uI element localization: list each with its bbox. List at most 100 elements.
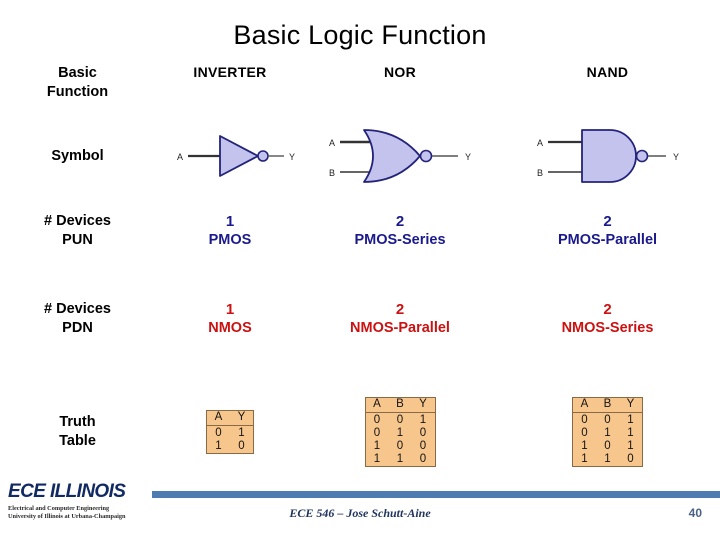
row-label-truth-table: Truth Table — [0, 392, 155, 472]
truth-cell: 1 — [238, 427, 245, 440]
inverter-output-label-y: Y — [289, 152, 295, 162]
pdn-text-nor: NMOS-Parallel — [350, 320, 450, 337]
table-row: 1 0 0 — [365, 440, 435, 453]
pun-count-nand: 2 — [603, 212, 612, 230]
inverter-input-label-a: A — [177, 152, 183, 162]
table-row: 0 0 1 — [365, 413, 435, 427]
truth-cell: 1 — [215, 439, 222, 452]
truth-cell: 0 — [396, 439, 404, 452]
truth-cell: 1 — [627, 427, 634, 440]
truth-cell: 0 — [238, 439, 245, 452]
truth-cell: 1 — [373, 439, 381, 452]
pun-count-nor: 2 — [395, 212, 405, 230]
row-label-line2: Function — [46, 83, 109, 100]
truth-label-line1: Truth — [59, 414, 96, 431]
pun-cell-nand: 2 PMOS-Parallel — [495, 202, 720, 260]
truth-cell: 1 — [627, 414, 634, 427]
truth-cell: 1 — [396, 427, 404, 440]
pun-text-nor: PMOS-Series — [354, 232, 446, 249]
truth-cell: 1 — [604, 452, 611, 465]
truth-header-b: B — [388, 397, 412, 414]
pun-cell-inverter: 1 PMOS — [155, 202, 305, 260]
footer-course-text: ECE 546 – Jose Schutt-Aine — [289, 506, 431, 520]
pun-label-line2: PUN — [62, 232, 93, 248]
nor-input-label-b: B — [329, 168, 335, 178]
pdn-count-inverter: 1 — [225, 300, 235, 318]
table-row: 1 0 1 — [573, 440, 643, 453]
pdn-cell-nor: 2 NMOS-Parallel — [305, 290, 495, 348]
nor-symbol: A B Y — [320, 124, 480, 188]
truth-table-header-row: A B Y — [572, 397, 643, 414]
nor-input-label-a: A — [329, 138, 335, 148]
truth-cell: 0 — [419, 439, 427, 452]
truth-table-header-row: A B Y — [365, 397, 435, 414]
table-pdn-row: # Devices PDN 1 NMOS 2 NMOS-Parallel 2 N… — [0, 290, 720, 348]
truth-cell: 1 — [581, 452, 588, 465]
truth-cell: 0 — [373, 427, 381, 440]
table-symbol-row: Symbol A Y A B Y A B Y — [0, 120, 720, 192]
pdn-count-nor: 2 — [395, 300, 405, 318]
table-row: 1 0 — [207, 440, 254, 453]
truth-cell: 1 — [373, 452, 381, 465]
truth-cell: 0 — [627, 452, 634, 465]
pdn-count-nand: 2 — [603, 300, 612, 318]
truth-header-a: A — [572, 397, 596, 414]
truth-table-inverter: A Y 0 1 1 0 — [206, 410, 254, 454]
truth-cell: 0 — [604, 414, 611, 427]
row-label-pdn: # Devices PDN — [0, 290, 155, 348]
truth-cell: 0 — [215, 427, 222, 440]
pdn-label-line1: # Devices — [44, 301, 111, 318]
page-title: Basic Logic Function — [233, 20, 487, 50]
truth-cell: 0 — [419, 427, 427, 440]
pdn-label-line2: PDN — [62, 320, 93, 336]
pun-label-line1: # Devices — [44, 213, 111, 230]
truth-cell: 1 — [581, 439, 588, 452]
nand-input-label-a: A — [536, 138, 542, 148]
column-header-inverter: INVERTER — [193, 64, 267, 80]
table-row: 0 1 — [207, 426, 254, 440]
truth-table-nand: A B Y 0 0 1 0 1 1 1 0 1 1 1 0 — [572, 397, 643, 467]
column-header-nand: NAND — [586, 64, 629, 80]
column-header-nor: NOR — [383, 64, 416, 80]
pun-count-inverter: 1 — [225, 212, 235, 230]
pun-cell-nor: 2 PMOS-Series — [305, 202, 495, 260]
logo-wordmark: ECE ILLINOIS — [8, 481, 126, 502]
inverter-symbol: A Y — [162, 128, 298, 184]
pdn-text-inverter: NMOS — [208, 320, 252, 337]
row-label-pun: # Devices PUN — [0, 202, 155, 260]
truth-header-a: A — [206, 410, 230, 427]
truth-header-y: Y — [411, 397, 435, 414]
table-row: 0 0 1 — [573, 413, 643, 427]
truth-header-y: Y — [230, 410, 254, 427]
truth-header-y: Y — [619, 397, 643, 414]
table-row: 1 1 0 — [573, 453, 643, 466]
truth-table-nor: A B Y 0 0 1 0 1 0 1 0 0 1 1 0 — [364, 397, 436, 467]
symbol-cell-inverter: A Y — [155, 120, 305, 192]
table-pun-row: # Devices PUN 1 PMOS 2 PMOS-Series 2 PMO… — [0, 202, 720, 260]
table-header-row: Basic Function INVERTER NOR NAND — [0, 62, 720, 112]
table-row: 0 1 1 — [573, 427, 643, 440]
slide-footer: ECE ILLINOIS Electrical and Computer Eng… — [0, 478, 720, 540]
truth-cell: 1 — [396, 452, 404, 465]
nor-output-label-y: Y — [465, 152, 471, 162]
row-label-line1: Basic — [58, 65, 97, 81]
truth-cell-nand: A B Y 0 0 1 0 1 1 1 0 1 1 1 0 — [495, 392, 720, 472]
logic-function-table: Basic Function INVERTER NOR NAND Symbol — [0, 62, 720, 472]
nand-symbol: A B Y — [526, 124, 690, 188]
truth-cell-nor: A B Y 0 0 1 0 1 0 1 0 0 1 1 0 — [305, 392, 495, 472]
nand-output-label-y: Y — [672, 152, 678, 162]
truth-cell: 0 — [581, 414, 588, 427]
truth-header-b: B — [596, 397, 619, 414]
symbol-cell-nor: A B Y — [305, 120, 495, 192]
table-truth-row: Truth Table A Y 0 1 1 0 A B Y 0 0 1 0 1 … — [0, 392, 720, 472]
truth-label-line2: Table — [59, 433, 96, 449]
truth-cell: 0 — [419, 452, 427, 465]
truth-cell: 0 — [396, 414, 404, 427]
page-number: 40 — [688, 506, 702, 520]
row-label-symbol: Symbol — [51, 147, 104, 164]
truth-header-a: A — [365, 397, 389, 414]
pdn-cell-nand: 2 NMOS-Series — [495, 290, 720, 348]
nand-input-label-b: B — [536, 168, 542, 178]
row-label-basic-function: Basic Function — [0, 62, 155, 101]
truth-cell: 0 — [604, 439, 611, 452]
